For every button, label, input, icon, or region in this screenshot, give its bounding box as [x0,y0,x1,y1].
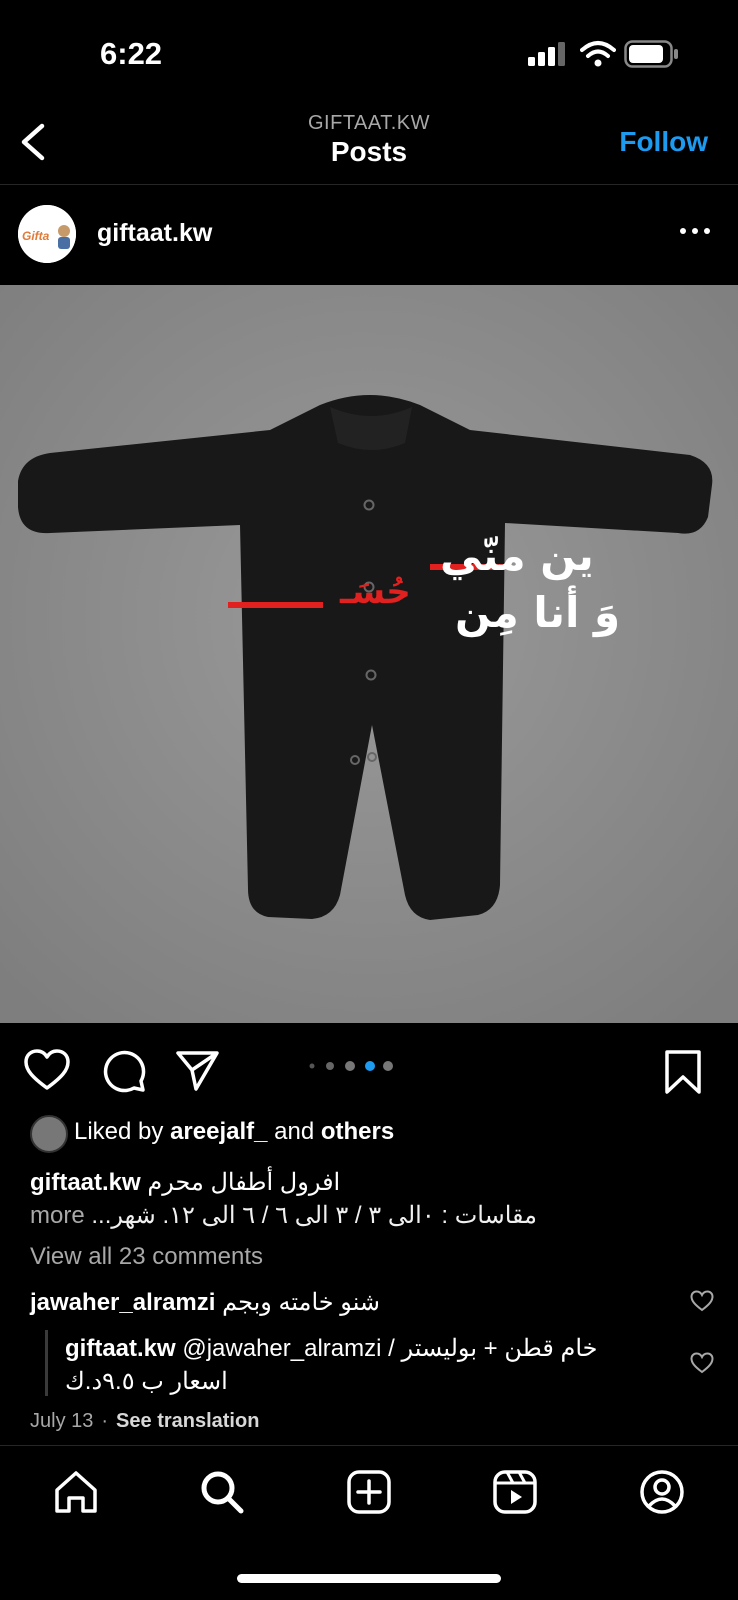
profile-icon[interactable] [638,1468,686,1516]
comment-username[interactable]: jawaher_alramzi [30,1289,215,1316]
post-username[interactable]: giftaat.kw [97,219,212,248]
comment-item: jawaher_alramzi شنو خامته وبجم [30,1288,380,1317]
caption-line1: افرول أطفال محرم [147,1169,341,1196]
onesie-text-line1: ين منّي [440,531,594,581]
caption: giftaat.kw افرول أطفال محرم [30,1168,340,1197]
caption-line2: مقاسات : ٠الى ٣ / ٣ الى ٦ / ٦ الى ١٢. شه… [91,1202,538,1229]
caption-more-link[interactable]: more [30,1202,85,1229]
post-date: July 13 [30,1410,94,1432]
avatar-logo-text: Gifta [22,229,50,243]
post-meta: July 13 · See translation [30,1410,259,1433]
wifi-icon [580,41,616,67]
view-all-comments-link[interactable]: View all 23 comments [30,1243,263,1271]
reply-mention[interactable]: @jawaher_alramzi [182,1335,381,1362]
header-divider [0,184,738,185]
likes-others[interactable]: others [321,1118,394,1145]
likes-and: and [274,1118,315,1145]
home-indicator[interactable] [237,1574,501,1583]
reply-thread-line [45,1330,48,1396]
comment-icon[interactable] [102,1049,146,1093]
share-send-icon[interactable] [176,1050,220,1092]
follow-button[interactable]: Follow [619,126,708,158]
reply-item: giftaat.kw @jawaher_alramzi / خام قطن + … [65,1334,597,1363]
onesie-text-line2: وَ أنا مِن [455,585,620,638]
meta-separator: · [101,1410,109,1432]
reply-username[interactable]: giftaat.kw [65,1335,176,1362]
see-translation-link[interactable]: See translation [116,1410,259,1432]
profile-avatar[interactable]: Gifta [18,205,76,263]
likes-summary[interactable]: Liked by areejalf_ and others [74,1118,394,1146]
home-icon[interactable] [52,1468,100,1516]
carousel-indicator [309,1061,393,1071]
save-bookmark-icon[interactable] [664,1049,702,1095]
status-time: 6:22 [100,36,163,71]
liker-avatar[interactable] [30,1115,68,1153]
nav-divider [0,1445,738,1446]
caption-username[interactable]: giftaat.kw [30,1169,141,1196]
comment-like-heart-icon[interactable] [690,1290,714,1312]
new-post-icon[interactable] [345,1468,393,1516]
likes-prefix: Liked by [74,1118,164,1145]
comment-text: شنو خامته وبجم [222,1289,381,1316]
red-stripe-left [228,602,323,608]
signal-icon [528,42,565,66]
reels-icon[interactable] [491,1468,539,1516]
more-options-icon[interactable] [678,224,712,238]
search-icon[interactable] [198,1468,246,1516]
reply-text-line2: اسعار ب ٩.٥د.ك [65,1368,228,1395]
caption-line2-row: more مقاسات : ٠الى ٣ / ٣ الى ٦ / ٦ الى ١… [30,1201,537,1230]
onesie-text-red: حُسَـ [339,572,411,612]
likes-user[interactable]: areejalf_ [170,1118,267,1145]
battery-icon [624,40,678,68]
avatar-logo: Gifta [18,205,76,263]
reply-like-heart-icon[interactable] [690,1352,714,1374]
like-heart-icon[interactable] [24,1049,70,1091]
post-image[interactable]: ين منّي وَ أنا مِن حُسَـ [0,285,738,1023]
reply-text-line1: / خام قطن + بوليستر [388,1335,598,1362]
